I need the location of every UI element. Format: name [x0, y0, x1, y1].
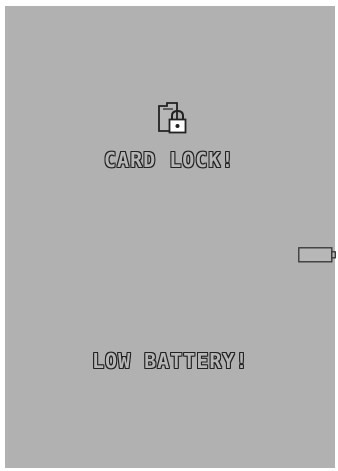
card-lock-message: CARD LOCK!	[104, 148, 235, 172]
lcd-screen: CARD LOCK! LOW BATTERY!	[5, 6, 336, 468]
low-battery-message: LOW BATTERY!	[92, 349, 249, 373]
battery-empty-icon	[298, 247, 336, 263]
card-lock-icon	[158, 102, 187, 134]
